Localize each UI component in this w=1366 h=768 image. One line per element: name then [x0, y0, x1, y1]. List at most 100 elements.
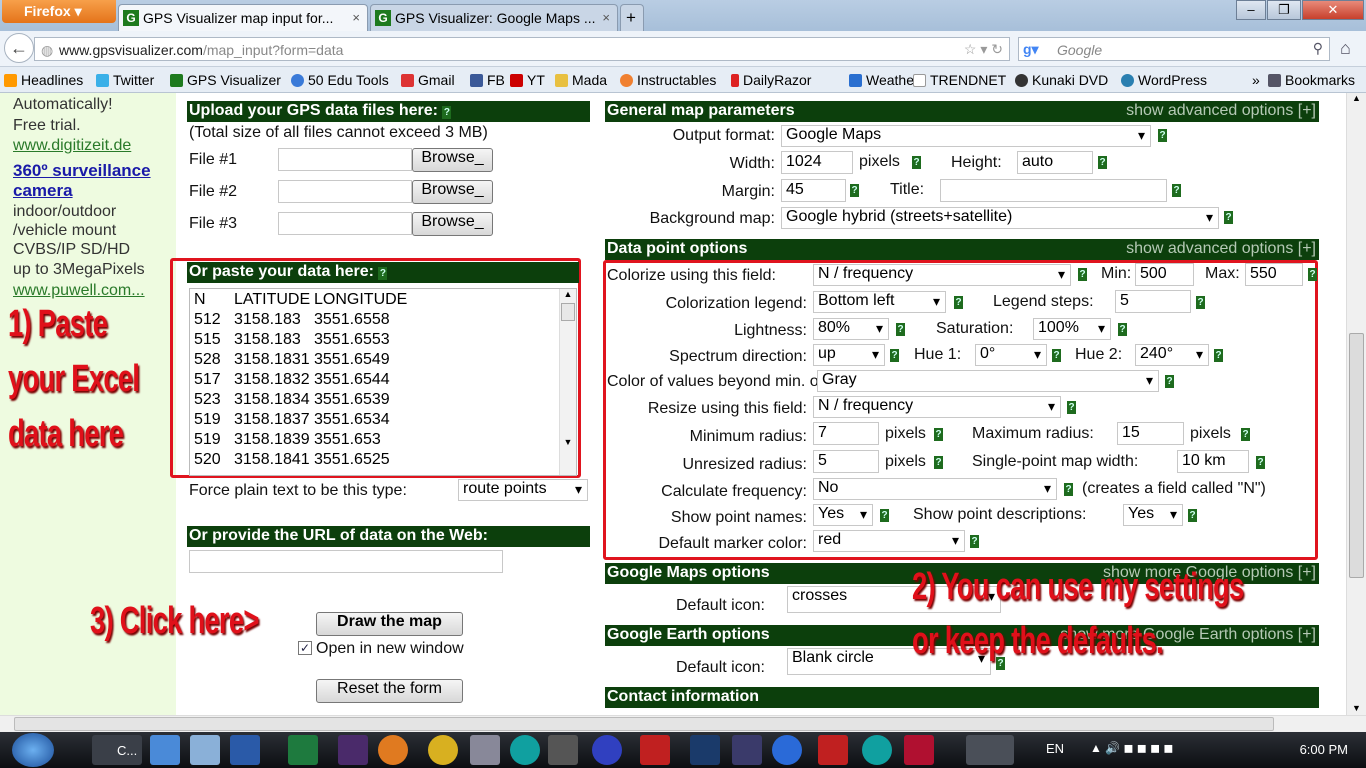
ad-title-camera[interactable]: camera: [13, 181, 73, 201]
open-new-window-checkbox[interactable]: ✓: [298, 641, 312, 655]
bookmark-fb[interactable]: FB: [470, 72, 505, 88]
taskbar-aftereffects-icon[interactable]: [732, 735, 762, 765]
bookmark-kunaki-dvd[interactable]: Kunaki DVD: [1015, 72, 1108, 88]
url-bar[interactable]: ◍ www.gpsvisualizer.com/map_input?form=da…: [34, 37, 1010, 61]
close-tab-icon[interactable]: ×: [352, 10, 360, 25]
calculate-frequency-select[interactable]: No: [813, 478, 1057, 500]
help-icon[interactable]: ?: [1052, 349, 1061, 362]
beyond-color-select[interactable]: Gray: [817, 370, 1159, 392]
taskbar-excel-icon[interactable]: [288, 735, 318, 765]
home-icon[interactable]: ⌂: [1340, 38, 1351, 59]
data-url-input[interactable]: [189, 550, 503, 573]
help-icon[interactable]: ?: [880, 509, 889, 522]
help-icon[interactable]: ?: [1118, 323, 1127, 336]
search-input[interactable]: g▾ Google ⚲: [1018, 37, 1330, 61]
bookmark-gps-visualizer[interactable]: GPS Visualizer: [170, 72, 281, 88]
single-point-width-input[interactable]: 10 km: [1177, 450, 1249, 473]
help-icon[interactable]: ?: [378, 267, 388, 280]
unresized-radius-input[interactable]: 5: [813, 450, 879, 473]
help-icon[interactable]: ?: [934, 428, 943, 441]
max-input[interactable]: 550: [1245, 263, 1303, 286]
scroll-thumb[interactable]: [14, 717, 1274, 731]
help-icon[interactable]: ?: [890, 349, 899, 362]
background-map-select[interactable]: Google hybrid (streets+satellite): [781, 207, 1219, 229]
taskbar-explorer[interactable]: C...: [92, 735, 142, 765]
taskbar-google-earth-icon[interactable]: [772, 735, 802, 765]
language-indicator[interactable]: EN: [1046, 741, 1064, 756]
ad-link-digitizeit[interactable]: www.digitizeit.de: [13, 137, 131, 155]
help-icon[interactable]: ?: [896, 323, 905, 336]
page-horizontal-scrollbar[interactable]: [0, 715, 1366, 732]
help-icon[interactable]: ?: [1188, 509, 1197, 522]
bookmark-50-edu-tools[interactable]: 50 Edu Tools: [291, 72, 389, 88]
margin-input[interactable]: 45: [781, 179, 846, 202]
colorize-field-select[interactable]: N / frequency: [813, 264, 1071, 286]
browse-file-2-button[interactable]: Browse_: [412, 180, 493, 204]
minimum-radius-input[interactable]: 7: [813, 422, 879, 445]
help-icon[interactable]: ?: [1078, 268, 1087, 281]
close-tab-icon[interactable]: ×: [602, 10, 610, 25]
help-icon[interactable]: ?: [1214, 349, 1223, 362]
taskbar-chrome-icon[interactable]: [428, 735, 458, 765]
scroll-thumb[interactable]: [1349, 333, 1364, 578]
bookmark-twitter[interactable]: Twitter: [96, 72, 154, 88]
taskbar-premiere-icon[interactable]: [338, 735, 368, 765]
help-icon[interactable]: ?: [1165, 375, 1174, 388]
bookmark-headlines[interactable]: Headlines: [4, 72, 83, 88]
show-point-names-select[interactable]: Yes: [813, 504, 873, 526]
file-2-input[interactable]: [278, 180, 412, 203]
taskbar-app-icon[interactable]: [904, 735, 934, 765]
help-icon[interactable]: ?: [954, 296, 963, 309]
clock[interactable]: 6:00 PM: [1300, 742, 1348, 757]
lightness-select[interactable]: 80%: [813, 318, 889, 340]
file-1-input[interactable]: [278, 148, 412, 171]
bookmark-instructables[interactable]: Instructables: [620, 72, 716, 88]
width-input[interactable]: 1024: [781, 151, 853, 174]
bookmark-yt[interactable]: YT: [510, 72, 545, 88]
browse-file-1-button[interactable]: Browse_: [412, 148, 493, 172]
taskbar-acrobat-icon[interactable]: [818, 735, 848, 765]
taskbar-app-icon[interactable]: [640, 735, 670, 765]
reset-form-button[interactable]: Reset the form: [316, 679, 463, 703]
taskbar-arduino-icon[interactable]: [510, 735, 540, 765]
help-icon[interactable]: ?: [850, 184, 859, 197]
file-3-input[interactable]: [278, 212, 412, 235]
help-icon[interactable]: ?: [1196, 296, 1205, 309]
help-icon[interactable]: ?: [1098, 156, 1107, 169]
taskbar-word-icon[interactable]: [230, 735, 260, 765]
help-icon[interactable]: ?: [1158, 129, 1167, 142]
taskbar-firefox-active[interactable]: [966, 735, 1014, 765]
tray-icons[interactable]: ▲ 🔊 ◼ ◼ ◼ ◼: [1090, 741, 1173, 755]
firefox-menu-button[interactable]: Firefox ▾: [2, 0, 116, 23]
tab-google-maps[interactable]: G GPS Visualizer: Google Maps ... ×: [370, 4, 618, 31]
start-button[interactable]: [12, 733, 54, 767]
help-icon[interactable]: ?: [1172, 184, 1181, 197]
help-icon[interactable]: ?: [1241, 428, 1250, 441]
taskbar-4g-icon[interactable]: [592, 735, 622, 765]
ad-title-surveillance[interactable]: 360º surveillance: [13, 161, 151, 181]
taskbar-firefox-icon[interactable]: [378, 735, 408, 765]
minimize-button[interactable]: –: [1236, 0, 1266, 20]
bookmark-wordpress[interactable]: WordPress: [1121, 72, 1207, 88]
show-advanced-general-link[interactable]: show advanced options [+]: [1126, 102, 1316, 120]
default-marker-color-select[interactable]: red: [813, 530, 965, 552]
bookmark-weather[interactable]: Weather: [849, 72, 919, 88]
help-icon[interactable]: ?: [1064, 483, 1073, 496]
resize-field-select[interactable]: N / frequency: [813, 396, 1061, 418]
help-icon[interactable]: ?: [1308, 268, 1317, 281]
taskbar-arduino-icon[interactable]: [862, 735, 892, 765]
tab-map-input[interactable]: G GPS Visualizer map input for... ×: [118, 4, 368, 31]
bookmarks-overflow-chevron[interactable]: »: [1252, 72, 1260, 88]
taskbar-app-icon[interactable]: [190, 735, 220, 765]
height-input[interactable]: auto: [1017, 151, 1093, 174]
help-icon[interactable]: ?: [1067, 401, 1076, 414]
force-type-select[interactable]: route points: [458, 479, 588, 501]
back-arrow-icon[interactable]: ←: [4, 33, 34, 63]
taskbar-app-icon[interactable]: [150, 735, 180, 765]
spectrum-direction-select[interactable]: up: [813, 344, 885, 366]
maximize-button[interactable]: ❐: [1267, 0, 1301, 20]
paste-data-textarea[interactable]: N LATITUDE LONGITUDE 512 3158.183 3551.6558 51…: [189, 288, 577, 476]
help-icon[interactable]: ?: [1224, 211, 1233, 224]
taskbar-app-icon[interactable]: [548, 735, 578, 765]
show-advanced-datapoint-link[interactable]: show advanced options [+]: [1126, 240, 1316, 258]
